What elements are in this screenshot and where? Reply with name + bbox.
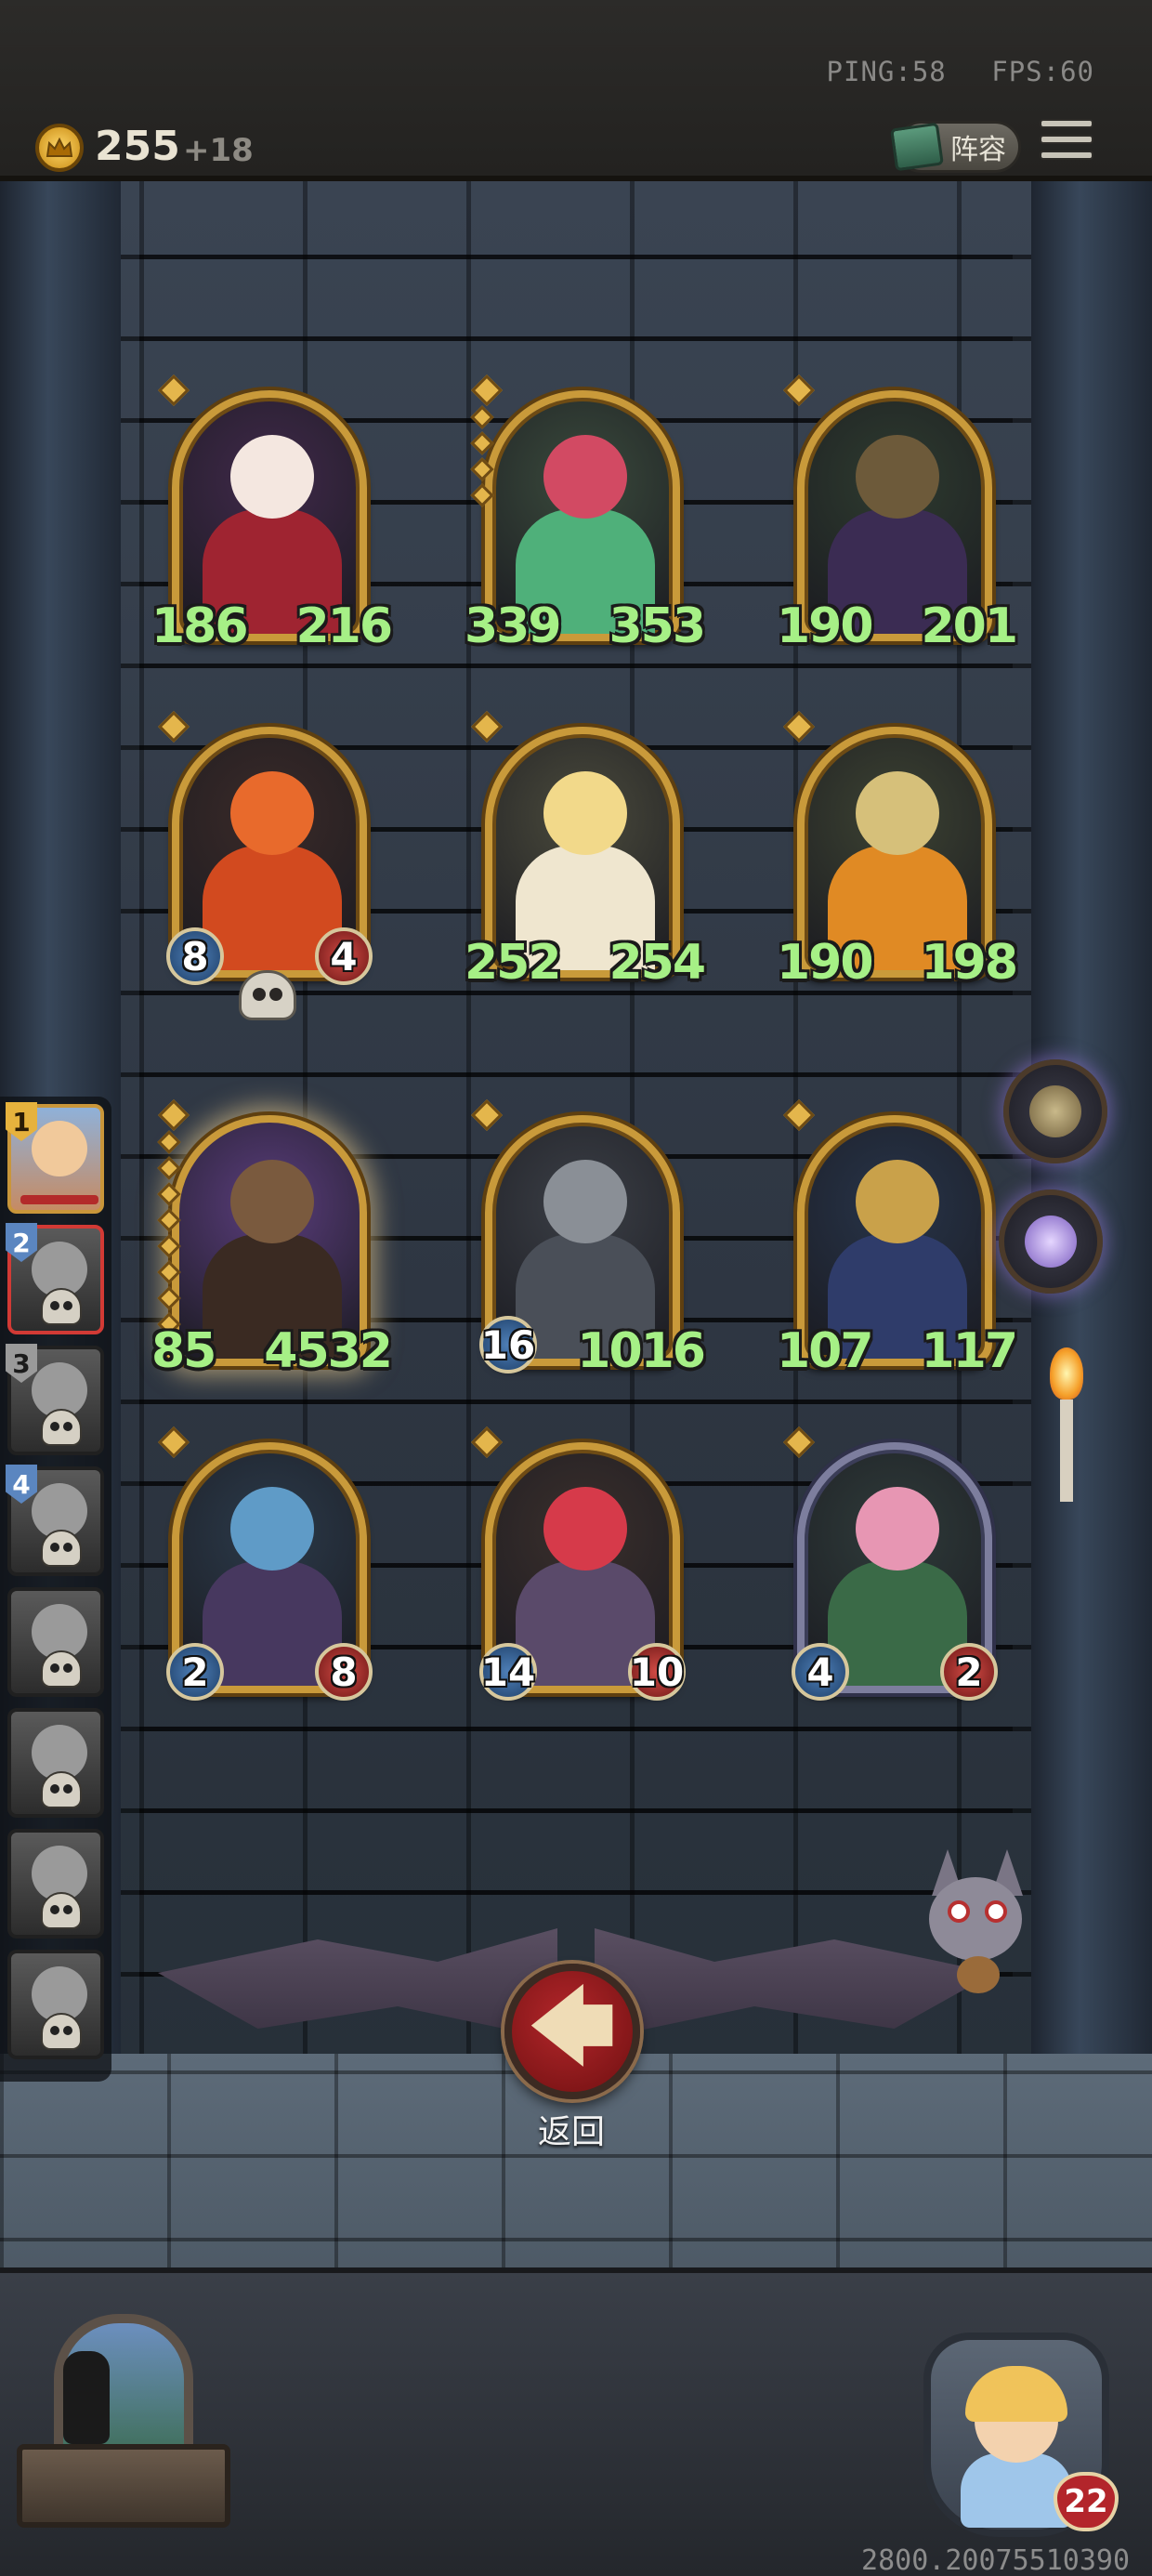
health-stat: 1016 xyxy=(577,1323,706,1379)
crown-coin-icon xyxy=(35,124,84,172)
health-stat: 201 xyxy=(921,598,1018,654)
coin-income: +18 xyxy=(183,132,254,169)
opponent-rank-badge: 4 xyxy=(6,1465,37,1504)
back-button[interactable]: 🡄 xyxy=(504,1964,640,2099)
shop-stall[interactable] xyxy=(17,2314,230,2528)
attack-stat: 190 xyxy=(777,935,874,991)
opponent-slot[interactable] xyxy=(7,1708,104,1818)
minion-card[interactable]: 339 353 xyxy=(465,375,706,654)
opponent-avatar xyxy=(32,1121,87,1176)
minion-card[interactable]: 186 216 xyxy=(151,375,393,654)
opponent-rank-badge: 3 xyxy=(6,1344,37,1383)
opponent-rank-badge: 1 xyxy=(6,1102,37,1141)
lineup-label: 阵容 xyxy=(950,134,1006,166)
skull-icon xyxy=(41,2013,82,2050)
minion-card[interactable]: 107 117 xyxy=(777,1099,1018,1379)
attack-stat: 190 xyxy=(777,598,874,654)
skull-icon xyxy=(41,1892,82,1929)
lineup-button[interactable]: 阵容 xyxy=(890,121,1021,173)
network-stats: PING:58 FPS:60 xyxy=(827,56,1094,87)
minion-card[interactable]: 28 xyxy=(158,1426,373,1701)
opponent-slot[interactable]: 4 xyxy=(6,1465,104,1576)
skull-icon xyxy=(41,1650,82,1688)
fps-readout: FPS:60 xyxy=(991,56,1094,87)
skull-icon xyxy=(41,1530,82,1567)
health-stat: 353 xyxy=(609,598,706,654)
opponent-queue: 1 2 3 4 xyxy=(0,1097,111,2082)
version-label: 2800.20075510390 xyxy=(861,2544,1130,2576)
health-stat: 4 xyxy=(315,927,373,985)
attack-stat: 252 xyxy=(465,935,562,991)
drill-button[interactable] xyxy=(999,1189,1103,1294)
health-stat: 117 xyxy=(921,1323,1018,1379)
opponent-slot[interactable]: 1 xyxy=(6,1102,104,1214)
back-label: 返回 xyxy=(537,2113,605,2151)
attack-stat: 107 xyxy=(777,1323,874,1379)
opponent-slot[interactable]: 2 xyxy=(6,1223,104,1334)
attack-stat: 14 xyxy=(479,1643,537,1701)
health-stat: 4532 xyxy=(264,1323,393,1379)
minion-card[interactable]: 190 198 xyxy=(777,711,1018,991)
minion-card[interactable]: 85 4532 xyxy=(151,1099,393,1379)
minion-card[interactable]: 252 254 xyxy=(465,711,706,991)
opponent-slot[interactable] xyxy=(7,1587,104,1697)
hamburger-menu-icon[interactable] xyxy=(1040,119,1093,173)
skull-icon xyxy=(41,1409,82,1446)
attack-stat: 16 xyxy=(479,1316,537,1373)
minion-card[interactable]: 16 1016 xyxy=(471,1099,706,1379)
player-health-badge: 22 xyxy=(1054,2472,1119,2531)
bat-mascot[interactable] xyxy=(906,1849,1045,1993)
minion-card[interactable]: 190 201 xyxy=(777,375,1018,654)
ping-readout: PING:58 xyxy=(826,56,947,87)
pocket-watch-button[interactable] xyxy=(1003,1059,1107,1163)
minion-card[interactable]: 14 10 xyxy=(471,1426,686,1701)
health-stat: 216 xyxy=(295,598,393,654)
torch xyxy=(1050,1347,1083,1502)
deathrattle-skull-icon xyxy=(239,970,296,1020)
attack-stat: 8 xyxy=(166,927,224,985)
buff-gems xyxy=(470,405,494,513)
health-stat: 2 xyxy=(940,1643,998,1701)
coin-count: 255 xyxy=(95,123,180,170)
attack-stat: 186 xyxy=(151,598,249,654)
minion-card[interactable]: 42 xyxy=(783,1426,998,1701)
opponent-slot[interactable] xyxy=(7,1829,104,1939)
opponent-slot[interactable] xyxy=(7,1950,104,2059)
book-icon xyxy=(890,122,944,172)
health-stat: 198 xyxy=(921,935,1018,991)
skull-icon xyxy=(41,1288,82,1325)
rabbit-silhouette xyxy=(63,2351,110,2444)
pocket-watch-icon xyxy=(1029,1085,1081,1137)
opponent-rank-badge: 2 xyxy=(6,1223,37,1262)
opponent-slot[interactable]: 3 xyxy=(6,1344,104,1455)
attack-stat: 339 xyxy=(465,598,562,654)
health-stat: 10 xyxy=(628,1643,686,1701)
attack-stat: 4 xyxy=(792,1643,849,1701)
health-bar xyxy=(20,1195,98,1204)
drill-icon xyxy=(1025,1216,1077,1268)
health-stat: 8 xyxy=(315,1643,373,1701)
attack-stat: 85 xyxy=(151,1323,216,1379)
arrow-left-icon: 🡄 xyxy=(529,1978,616,2076)
health-stat: 254 xyxy=(609,935,706,991)
skull-icon xyxy=(41,1771,82,1808)
attack-stat: 2 xyxy=(166,1643,224,1701)
minion-card[interactable]: 84 xyxy=(158,711,373,1020)
